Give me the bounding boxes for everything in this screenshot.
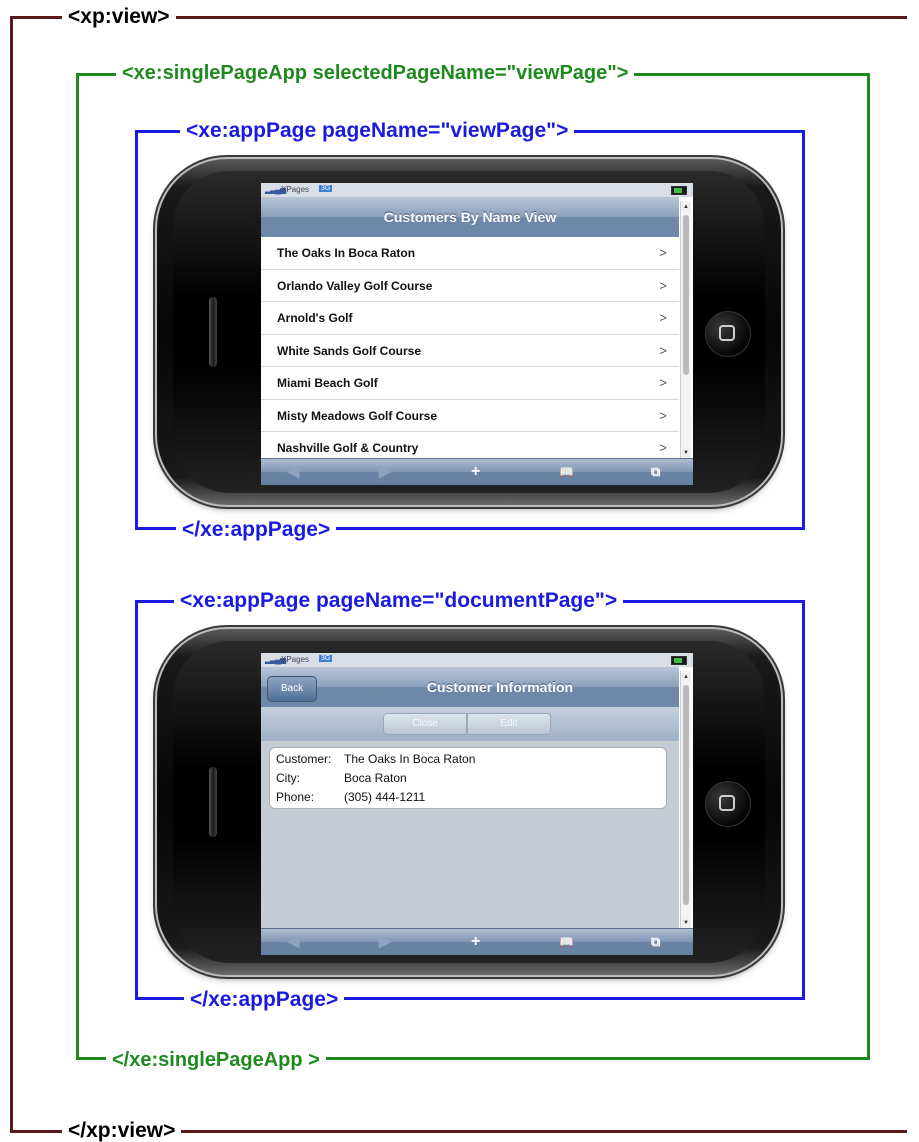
page-title: Customers By Name View xyxy=(383,209,557,225)
tabs-icon[interactable]: ⧉ xyxy=(651,463,660,481)
list-item-label: White Sands Golf Course xyxy=(277,343,422,358)
single-page-app-close-tag: </xe:singlePageApp > xyxy=(106,1050,326,1070)
list-item[interactable]: Orlando Valley Golf Course > xyxy=(261,269,679,302)
scrollbar[interactable]: ▲ ▼ xyxy=(680,201,691,459)
scroll-down-icon[interactable]: ▼ xyxy=(682,449,690,457)
scroll-thumb[interactable] xyxy=(683,215,689,375)
network-badge: 3G xyxy=(319,655,333,662)
app-page-view-open-tag: <xe:appPage pageName="viewPage"> xyxy=(180,120,575,141)
status-bar: ▂▃▄▅ XPages 3G xyxy=(261,183,693,197)
network-badge: 3G xyxy=(319,185,333,192)
list-item-label: Orlando Valley Golf Course xyxy=(277,278,433,293)
home-button[interactable] xyxy=(705,311,751,357)
customer-details-card: Customer: The Oaks In Boca Raton City: Boc… xyxy=(269,747,667,809)
add-icon[interactable]: + xyxy=(471,463,480,481)
status-bar: ▂▃▄▅ XPages 3G xyxy=(261,653,693,667)
home-button[interactable] xyxy=(705,781,751,827)
scroll-up-icon[interactable]: ▲ xyxy=(682,203,690,211)
nav-bar: Back Customer Information xyxy=(261,667,679,708)
field-label: Phone: xyxy=(276,790,315,804)
forward-arrow-icon[interactable]: ▶ xyxy=(379,933,391,951)
scroll-up-icon[interactable]: ▲ xyxy=(682,673,690,681)
chevron-right-icon: > xyxy=(659,245,667,260)
nav-bar: Customers By Name View xyxy=(261,197,679,238)
list-item[interactable]: Arnold's Golf > xyxy=(261,302,679,335)
field-value: The Oaks In Boca Raton xyxy=(344,752,476,766)
app-page-document-close-tag: </xe:appPage> xyxy=(184,989,345,1010)
scrollbar[interactable]: ▲ ▼ xyxy=(680,671,691,929)
bookmarks-icon[interactable]: 📖 xyxy=(559,463,574,481)
phone-screen: ▂▃▄▅ XPages 3G Customers By Name View Th… xyxy=(261,183,693,485)
list-item-label: Nashville Golf & Country xyxy=(277,441,419,455)
tabs-icon[interactable]: ⧉ xyxy=(651,933,660,951)
phone-body: ▂▃▄▅ XPages 3G Back Customer Information… xyxy=(157,629,781,975)
xp-view-open-tag: <xp:view> xyxy=(62,6,176,27)
action-bar: Close Edit xyxy=(261,707,679,742)
chevron-right-icon: > xyxy=(659,277,667,293)
document-content: Customer: The Oaks In Boca Raton City: Boc… xyxy=(261,741,679,929)
chevron-right-icon: > xyxy=(659,310,667,325)
browser-toolbar: ◀ ▶ + 📖 ⧉ xyxy=(261,928,693,955)
list-item[interactable]: Misty Meadows Golf Course > xyxy=(261,399,679,432)
back-arrow-icon[interactable]: ◀ xyxy=(287,933,299,951)
single-page-app-open-tag: <xe:singlePageApp selectedPageName="view… xyxy=(116,63,635,83)
list-item-label: Arnold's Golf xyxy=(277,311,353,325)
back-button[interactable]: Back xyxy=(267,676,317,702)
carrier-label: XPages xyxy=(281,185,310,194)
browser-toolbar: ◀ ▶ + 📖 ⧉ xyxy=(261,458,693,485)
list-item[interactable]: White Sands Golf Course > xyxy=(261,334,679,367)
scroll-down-icon[interactable]: ▼ xyxy=(682,919,690,927)
field-label: City: xyxy=(276,771,300,785)
customer-list: The Oaks In Boca Raton > Orlando Valley G… xyxy=(261,237,679,465)
phone-view-page: ▂▃▄▅ XPages 3G Customers By Name View Th… xyxy=(155,157,783,507)
back-arrow-icon[interactable]: ◀ xyxy=(287,463,299,481)
city-row: City: Boca Raton xyxy=(276,771,407,785)
earpiece-speaker xyxy=(209,297,217,367)
list-item-label: The Oaks In Boca Raton xyxy=(277,246,416,260)
list-item-label: Miami Beach Golf xyxy=(277,376,378,390)
phone-screen: ▂▃▄▅ XPages 3G Back Customer Information… xyxy=(261,653,693,955)
xp-view-close-tag: </xp:view> xyxy=(62,1120,182,1141)
page-title: Customer Information xyxy=(426,679,574,695)
app-page-view-close-tag: </xe:appPage> xyxy=(176,519,337,540)
chevron-right-icon: > xyxy=(659,375,667,390)
forward-arrow-icon[interactable]: ▶ xyxy=(379,463,391,481)
scroll-thumb[interactable] xyxy=(683,685,689,905)
earpiece-speaker xyxy=(209,767,217,837)
chevron-right-icon: > xyxy=(659,342,667,358)
field-label: Customer: xyxy=(276,752,332,766)
add-icon[interactable]: + xyxy=(471,933,480,951)
edit-button[interactable]: Edit xyxy=(467,713,551,735)
phone-row: Phone: (305) 444-1211 xyxy=(276,790,425,804)
close-button[interactable]: Close xyxy=(383,713,467,735)
list-item[interactable]: The Oaks In Boca Raton > xyxy=(261,237,679,270)
chevron-right-icon: > xyxy=(659,407,667,423)
customer-row: Customer: The Oaks In Boca Raton xyxy=(276,752,475,766)
field-value: Boca Raton xyxy=(344,771,407,785)
carrier-label: XPages xyxy=(281,655,310,664)
chevron-right-icon: > xyxy=(659,440,667,455)
field-value: (305) 444-1211 xyxy=(344,790,426,804)
battery-icon xyxy=(671,186,687,195)
bookmarks-icon[interactable]: 📖 xyxy=(559,933,574,951)
app-page-document-open-tag: <xe:appPage pageName="documentPage"> xyxy=(174,590,624,611)
list-item[interactable]: Miami Beach Golf > xyxy=(261,367,679,400)
list-item-label: Misty Meadows Golf Course xyxy=(277,408,438,423)
battery-icon xyxy=(671,656,687,665)
phone-document-page: ▂▃▄▅ XPages 3G Back Customer Information… xyxy=(155,627,783,977)
phone-body: ▂▃▄▅ XPages 3G Customers By Name View Th… xyxy=(157,159,781,505)
